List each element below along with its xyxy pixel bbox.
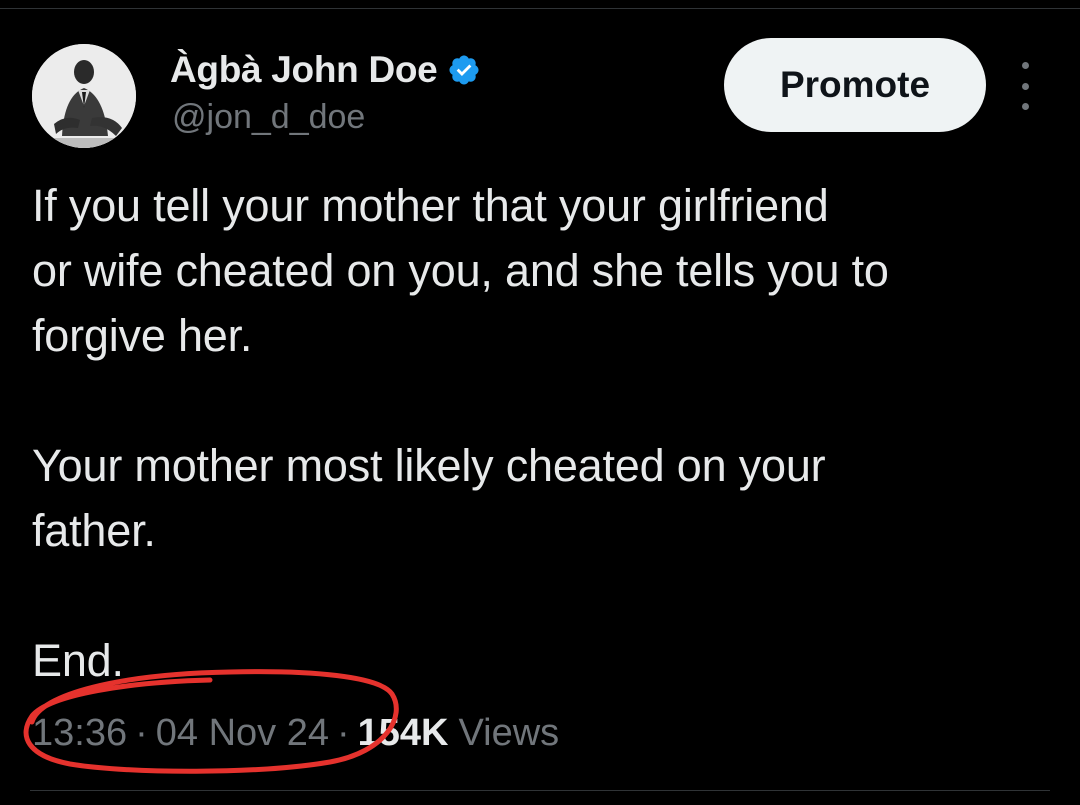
tweet: Àgbà John Doe @jon_d_doe Promote If you … [0,0,1080,805]
tweet-text: If you tell your mother that your girlfr… [32,173,1062,693]
tweet-paragraph: Your mother most likely cheated on your … [32,440,826,556]
tweet-date[interactable]: 04 Nov 24 [156,712,329,755]
avatar-photo-icon [32,44,136,148]
tweet-meta: 13:36 · 04 Nov 24 · 154K Views [32,708,559,758]
author-display-name[interactable]: Àgbà John Doe [170,49,438,91]
author-name-row: Àgbà John Doe [170,48,481,92]
avatar[interactable] [32,44,136,148]
meta-separator: · [135,711,148,754]
more-dot [1021,103,1029,110]
more-dot [1021,62,1029,69]
tweet-paragraph: If you tell your mother that your girlfr… [32,180,889,361]
promote-button[interactable]: Promote [724,38,986,132]
verified-badge-icon[interactable] [447,53,481,87]
bottom-divider [30,790,1050,791]
views-label[interactable]: Views [458,712,559,755]
tweet-time[interactable]: 13:36 [32,712,127,755]
author-handle[interactable]: @jon_d_doe [172,98,365,137]
views-count[interactable]: 154K [358,712,449,755]
meta-separator: · [336,711,350,754]
tweet-paragraph: End. [32,635,124,686]
more-dot [1021,82,1029,90]
more-vertical-icon[interactable] [1010,62,1040,110]
